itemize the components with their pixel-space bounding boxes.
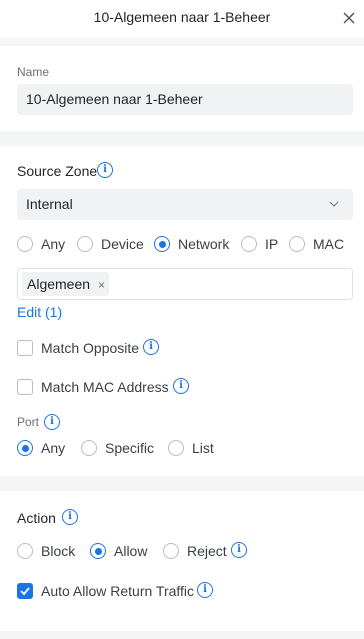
drawer-header: 10-Algemeen naar 1-Beheer — [0, 0, 364, 38]
action-reject-info-icon[interactable]: i — [231, 542, 247, 558]
radio-device-dot — [77, 236, 93, 252]
port-radio-specific-dot — [81, 440, 97, 456]
action-title: Action — [17, 510, 56, 526]
match-mac-info-icon[interactable]: i — [173, 378, 189, 394]
action-radio-reject-label: Reject — [187, 543, 227, 559]
source-zone-title: Source Zone — [17, 163, 98, 179]
radio-device-label: Device — [101, 236, 144, 252]
source-zone-select-value: Internal — [26, 196, 73, 212]
name-card: Name 10-Algemeen naar 1-Beheer — [0, 46, 364, 131]
zone-tag-label: Algemeen — [27, 276, 91, 292]
radio-network-label: Network — [178, 236, 230, 252]
port-info-icon[interactable]: i — [44, 414, 60, 430]
auto-allow-info-icon[interactable]: i — [197, 582, 213, 598]
auto-allow-checkbox[interactable] — [17, 583, 33, 599]
radio-network-dot — [154, 236, 170, 252]
check-icon — [20, 587, 30, 596]
match-opposite-label: Match Opposite — [41, 340, 140, 356]
close-icon[interactable] — [342, 11, 356, 25]
radio-ip-dot — [241, 236, 257, 252]
radio-ip-label: IP — [265, 236, 279, 252]
action-radio-allow-label: Allow — [114, 543, 148, 559]
drawer-title: 10-Algemeen naar 1-Beheer — [93, 9, 271, 25]
zone-tag-input[interactable]: Algemeen × — [17, 268, 353, 300]
match-opposite-checkbox[interactable] — [17, 340, 33, 356]
name-input[interactable]: 10-Algemeen naar 1-Beheer — [17, 84, 353, 115]
radio-any-label: Any — [41, 236, 66, 252]
match-opposite-info-icon[interactable]: i — [143, 339, 159, 355]
port-label: Port — [17, 415, 40, 429]
radio-mac-dot — [289, 236, 305, 252]
action-radio-block-label: Block — [41, 543, 76, 559]
auto-allow-label: Auto Allow Return Traffic — [41, 583, 195, 599]
action-radio-reject-dot — [163, 543, 179, 559]
port-radio-specific-label: Specific — [105, 440, 155, 456]
zone-tag: Algemeen × — [22, 272, 110, 296]
source-zone-info-icon[interactable]: i — [97, 162, 113, 178]
name-label: Name — [17, 65, 50, 79]
edit-link[interactable]: Edit (1) — [17, 304, 62, 320]
chevron-down-icon — [329, 201, 339, 207]
radio-any-dot — [17, 236, 33, 252]
action-card: Action i Block Allow Reject i Auto Allow… — [0, 491, 364, 631]
action-info-icon[interactable]: i — [62, 509, 78, 525]
port-radio-any-dot — [17, 440, 33, 456]
match-mac-label: Match MAC Address — [41, 379, 169, 395]
port-radio-any-label: Any — [41, 440, 66, 456]
source-zone-select[interactable]: Internal — [17, 189, 353, 220]
source-zone-card: Source Zone i Internal Any Device Networ… — [0, 146, 364, 476]
action-radio-block-dot — [17, 543, 33, 559]
match-mac-checkbox[interactable] — [17, 379, 33, 395]
port-radio-list-label: List — [192, 440, 214, 456]
tag-remove-icon[interactable]: × — [98, 278, 105, 292]
port-radio-list-dot — [168, 440, 184, 456]
radio-mac-label: MAC — [313, 236, 345, 252]
action-radio-allow-dot — [90, 543, 106, 559]
